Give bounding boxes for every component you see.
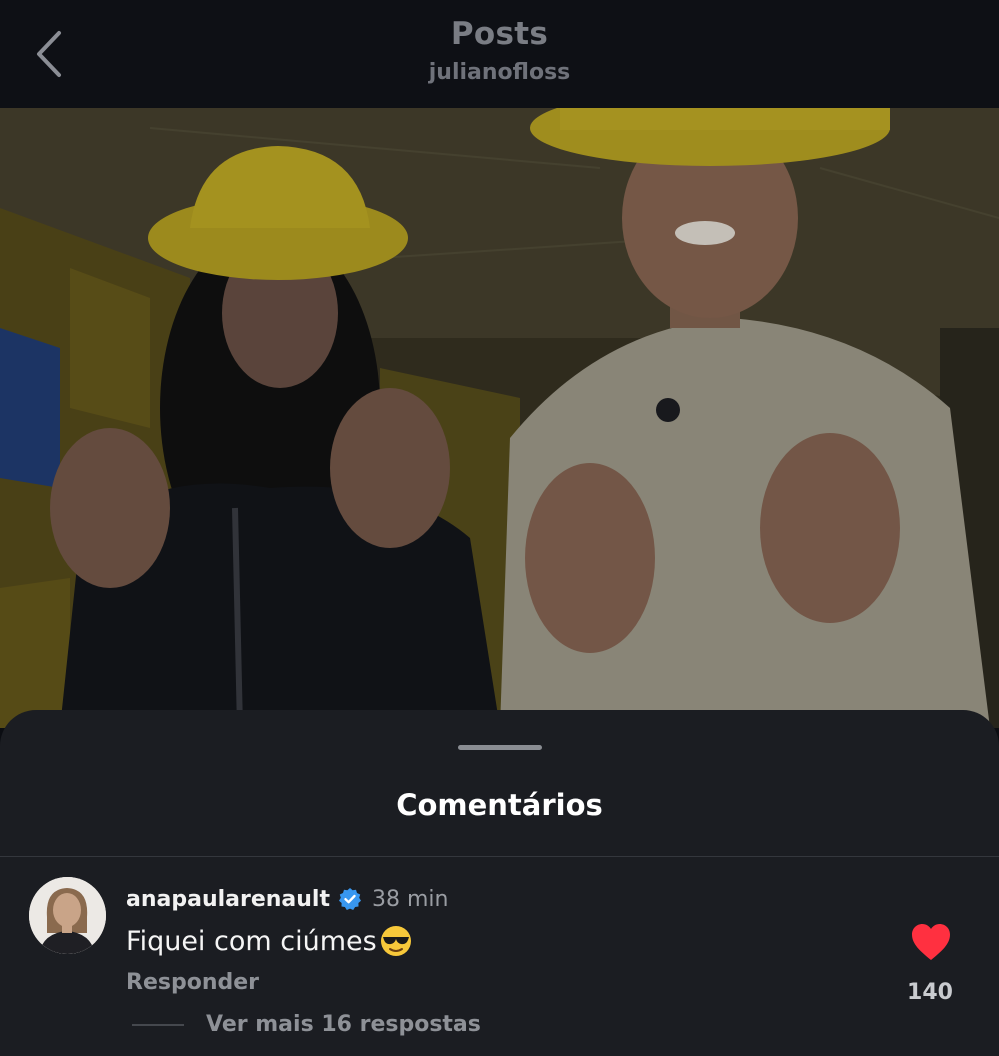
post-media[interactable]: [0, 108, 999, 728]
comments-sheet: Comentários anapaularenault 38 min Fique…: [0, 710, 999, 1056]
sheet-grabber[interactable]: [458, 745, 542, 750]
top-bar: Posts julianofloss: [0, 0, 999, 108]
comment-text: Fiquei com ciúmes: [126, 925, 377, 957]
comment-time: 38 min: [372, 886, 449, 912]
avatar-image: [29, 877, 106, 954]
like-button[interactable]: [910, 922, 952, 962]
verified-badge-icon: [338, 887, 362, 911]
comment-header: anapaularenault 38 min: [126, 884, 448, 914]
comment-username[interactable]: anapaularenault: [126, 887, 330, 912]
reply-button[interactable]: Responder: [126, 970, 259, 995]
screen: Posts julianofloss Comentários anapaular…: [0, 0, 999, 1056]
comment-body: Fiquei com ciúmes: [126, 924, 413, 958]
comments-title: Comentários: [396, 788, 603, 822]
like-count: 140: [907, 980, 953, 1005]
page-title: Posts: [450, 16, 549, 52]
avatar[interactable]: [29, 877, 106, 954]
divider: [0, 856, 999, 857]
sunglasses-emoji-icon: [379, 924, 413, 958]
view-replies-button[interactable]: Ver mais 16 respostas: [206, 1012, 481, 1037]
profile-username[interactable]: julianofloss: [0, 60, 999, 85]
heart-icon: [912, 924, 950, 960]
post-photo: [0, 108, 999, 728]
replies-divider: [132, 1024, 184, 1026]
